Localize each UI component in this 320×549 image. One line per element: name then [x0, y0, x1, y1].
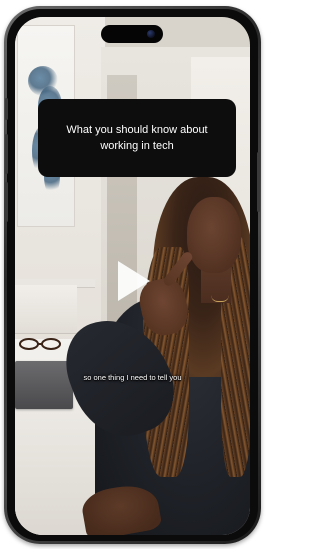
- video-screen[interactable]: What you should know about working in te…: [15, 17, 250, 535]
- video-title-text: What you should know about working in te…: [66, 124, 208, 152]
- action-button: [5, 98, 8, 120]
- person-face: [187, 197, 241, 273]
- volume-up-button: [5, 134, 8, 174]
- front-camera-icon: [147, 30, 155, 38]
- phone-mockup-stage: What you should know about working in te…: [0, 0, 265, 549]
- video-caption: so one thing I need to tell you: [83, 373, 182, 382]
- power-button: [257, 152, 260, 212]
- eyeglasses: [19, 338, 61, 350]
- video-title-card: What you should know about working in te…: [38, 99, 236, 177]
- laptop: [15, 361, 73, 409]
- volume-down-button: [5, 182, 8, 222]
- play-icon[interactable]: [118, 261, 150, 301]
- cabinet: [15, 285, 77, 334]
- dynamic-island: [101, 25, 163, 43]
